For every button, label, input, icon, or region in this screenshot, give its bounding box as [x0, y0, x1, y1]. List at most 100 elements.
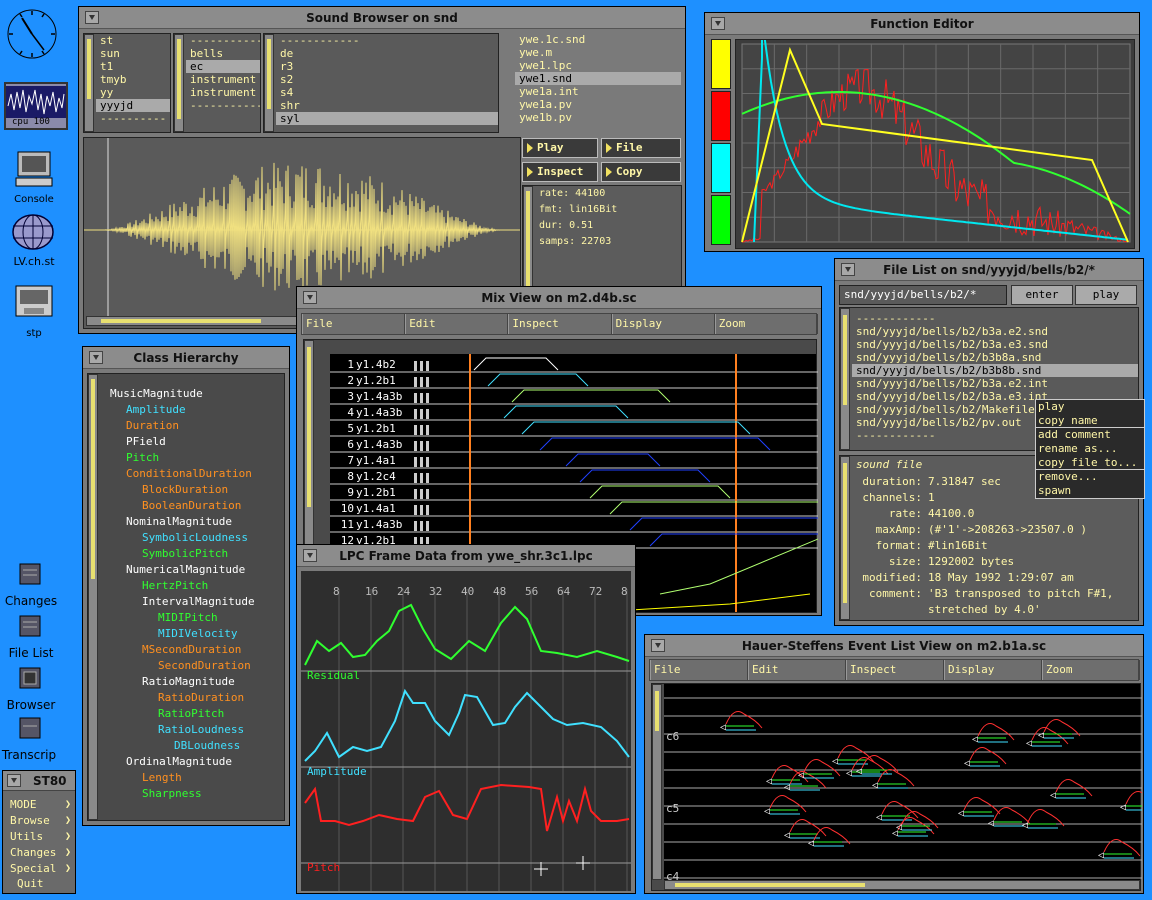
sb-list-4[interactable]: ywe.1c.snd ywe.m ywe1.lpc ywe1.snd ywe1a.int…: [513, 33, 681, 133]
mix-view-row[interactable]: 9 y1.2b1: [330, 486, 450, 502]
st80-menu-item[interactable]: Browse ❯: [7, 813, 73, 829]
class-hierarchy-item[interactable]: BlockDuration: [110, 482, 284, 498]
mix-view-menu-edit[interactable]: Edit: [405, 314, 509, 334]
sound-browser-titlebar[interactable]: Sound Browser on snd: [79, 7, 685, 29]
class-hierarchy-item[interactable]: MIDIPitch: [110, 610, 284, 626]
function-editor-close-box[interactable]: [711, 17, 725, 30]
class-hierarchy-item[interactable]: Pitch: [110, 450, 284, 466]
sb-list-4-item[interactable]: ywe1.snd: [515, 72, 681, 85]
event-list-menu-display[interactable]: Display: [944, 660, 1042, 680]
sb-list-2-item[interactable]: bells: [186, 47, 260, 60]
mix-view-menu-inspect[interactable]: Inspect: [508, 314, 612, 334]
class-hierarchy-item[interactable]: ConditionalDuration: [110, 466, 284, 482]
sb-list-4-item[interactable]: ywe.m: [515, 46, 681, 59]
sb-list-4-item[interactable]: ywe.1c.snd: [515, 33, 681, 46]
play-file-button[interactable]: play: [1075, 285, 1137, 305]
color-swatch[interactable]: [711, 91, 731, 141]
st80-titlebar[interactable]: ST80: [3, 771, 75, 791]
st80-menu-item[interactable]: Special ❯: [7, 861, 73, 877]
sb-list-1-item[interactable]: yyyjd: [96, 99, 170, 112]
sb-list-1-item[interactable]: yy: [96, 86, 170, 99]
mix-view-row[interactable]: 7 y1.4a1: [330, 454, 450, 470]
class-hierarchy-item[interactable]: RatioDuration: [110, 690, 284, 706]
event-list-menu-edit[interactable]: Edit: [748, 660, 846, 680]
sb-list-2-item[interactable]: ec: [186, 60, 260, 73]
sb-list-2-item[interactable]: ------------: [186, 99, 260, 112]
class-hierarchy-item[interactable]: MIDIVelocity: [110, 626, 284, 642]
fe-plot[interactable]: [735, 14, 1135, 249]
sb-list-3-item[interactable]: r3: [276, 60, 498, 73]
color-swatch[interactable]: [711, 195, 731, 245]
mix-view-row[interactable]: 8 y1.2c4: [330, 470, 450, 486]
class-hierarchy-item[interactable]: PField: [110, 434, 284, 450]
sb-list-1-item[interactable]: t1: [96, 60, 170, 73]
popup-menu-item[interactable]: play: [1036, 400, 1144, 414]
class-hierarchy-item[interactable]: Duration: [110, 418, 284, 434]
lpc-plot[interactable]: 8 16 24 32 40 48 56 64 72 8 Residual Amplitude Pi…: [301, 571, 631, 891]
file-list-item[interactable]: snd/yyyjd/bells/b2/b3a.e3.snd: [852, 338, 1138, 351]
mix-view-row[interactable]: 4 y1.4a3b: [330, 406, 450, 422]
mix-view-titlebar[interactable]: Mix View on m2.d4b.sc: [297, 287, 821, 309]
file-list-item[interactable]: snd/yyyjd/bells/b2/b3b8a.snd: [852, 351, 1138, 364]
class-hierarchy-item[interactable]: Sharpness: [110, 786, 284, 802]
sb-list-3-item[interactable]: s4: [276, 86, 498, 99]
st80-menu-item[interactable]: Changes ❯: [7, 845, 73, 861]
lpc-close-box[interactable]: [303, 549, 317, 562]
class-hierarchy-item[interactable]: MusicMagnitude: [110, 386, 284, 402]
st80-close-box[interactable]: [7, 774, 21, 787]
mix-view-menu-display[interactable]: Display: [611, 314, 715, 334]
class-hierarchy-titlebar[interactable]: Class Hierarchy: [83, 347, 289, 369]
event-list-scrollbar[interactable]: [652, 684, 662, 880]
event-list-menu-zoom[interactable]: Zoom: [1042, 660, 1140, 680]
sb-list-3-item[interactable]: s2: [276, 73, 498, 86]
mix-view-row[interactable]: 1 y1.4b2: [330, 358, 450, 374]
lpc-titlebar[interactable]: LPC Frame Data from ywe_shr.3c1.lpc: [297, 545, 635, 567]
popup-menu-item[interactable]: copy name: [1036, 414, 1144, 428]
mix-view-row[interactable]: 11 y1.4a3b: [330, 518, 450, 534]
color-swatch[interactable]: [711, 39, 731, 89]
event-list-menu-inspect[interactable]: Inspect: [846, 660, 944, 680]
class-hierarchy-item[interactable]: DBLoudness: [110, 738, 284, 754]
color-swatch[interactable]: [711, 143, 731, 193]
class-hierarchy-item[interactable]: RatioLoudness: [110, 722, 284, 738]
sb-list-2-item[interactable]: instrument: [186, 73, 260, 86]
play-button[interactable]: Play: [522, 138, 598, 158]
file-list-item[interactable]: ------------: [852, 312, 1138, 325]
browser-icon[interactable]: [18, 666, 44, 692]
mix-view-close-box[interactable]: [303, 291, 317, 304]
sb-list-2[interactable]: ------------bellsecinstrumentinstrument-…: [173, 33, 261, 133]
sb-list-1-item[interactable]: st: [96, 34, 170, 47]
st80-menu-item[interactable]: Utils ❯: [7, 829, 73, 845]
event-list-canvas[interactable]: ◁ ◁ ◁ ◁ ◁ ◁ ◁ ◁ ◁ ◁ ◁ ◁ ◁ ◁ ◁ ◁ ◁ ◁ ◁ ◁ ◁ ◁ ◁ ◁ c6 c5 c4: [651, 683, 1142, 891]
cpu-meter-icon[interactable]: cpu 100: [4, 82, 68, 130]
mix-view-row[interactable]: 5 y1.2b1: [330, 422, 450, 438]
transcript-icon[interactable]: [18, 716, 44, 742]
sb-list-3[interactable]: ------------ de r3 s2 s4 shr syl: [263, 33, 499, 133]
inspect-button[interactable]: Inspect: [522, 162, 598, 182]
file-list-close-box[interactable]: [841, 263, 855, 276]
event-list-hscrollbar[interactable]: [664, 880, 1140, 890]
function-editor-titlebar[interactable]: Function Editor: [705, 13, 1139, 35]
st80-menu-item[interactable]: MODE ❯: [7, 797, 73, 813]
sb-list-3-item[interactable]: ------------: [276, 34, 498, 47]
sb-list-1[interactable]: st sun t1 tmyb yy yyyjd ----------: [83, 33, 171, 133]
mix-view-row[interactable]: 3 y1.4a3b: [330, 390, 450, 406]
class-hierarchy-item[interactable]: OrdinalMagnitude: [110, 754, 284, 770]
sb-list-4-item[interactable]: ywe1.lpc: [515, 59, 681, 72]
class-hierarchy-item[interactable]: MSecondDuration: [110, 642, 284, 658]
sb-list-1-item[interactable]: sun: [96, 47, 170, 60]
file-button[interactable]: File: [601, 138, 681, 158]
lv-globe-icon[interactable]: [10, 212, 56, 252]
class-hierarchy-item[interactable]: RatioPitch: [110, 706, 284, 722]
event-list-close-box[interactable]: [651, 639, 665, 652]
file-list-scrollbar[interactable]: [840, 308, 850, 450]
sb-list-2-item[interactable]: ------------: [186, 34, 260, 47]
enter-button[interactable]: enter: [1011, 285, 1073, 305]
file-list-titlebar[interactable]: File List on snd/yyyjd/bells/b2/*: [835, 259, 1143, 281]
class-hierarchy-close-box[interactable]: [89, 351, 103, 364]
popup-menu-item[interactable]: copy file to...: [1036, 456, 1144, 470]
mix-view-menu-zoom[interactable]: Zoom: [714, 314, 818, 334]
popup-menu-item[interactable]: remove...: [1036, 470, 1144, 484]
class-hierarchy-item[interactable]: BooleanDuration: [110, 498, 284, 514]
st80-quit[interactable]: Quit: [17, 877, 44, 890]
